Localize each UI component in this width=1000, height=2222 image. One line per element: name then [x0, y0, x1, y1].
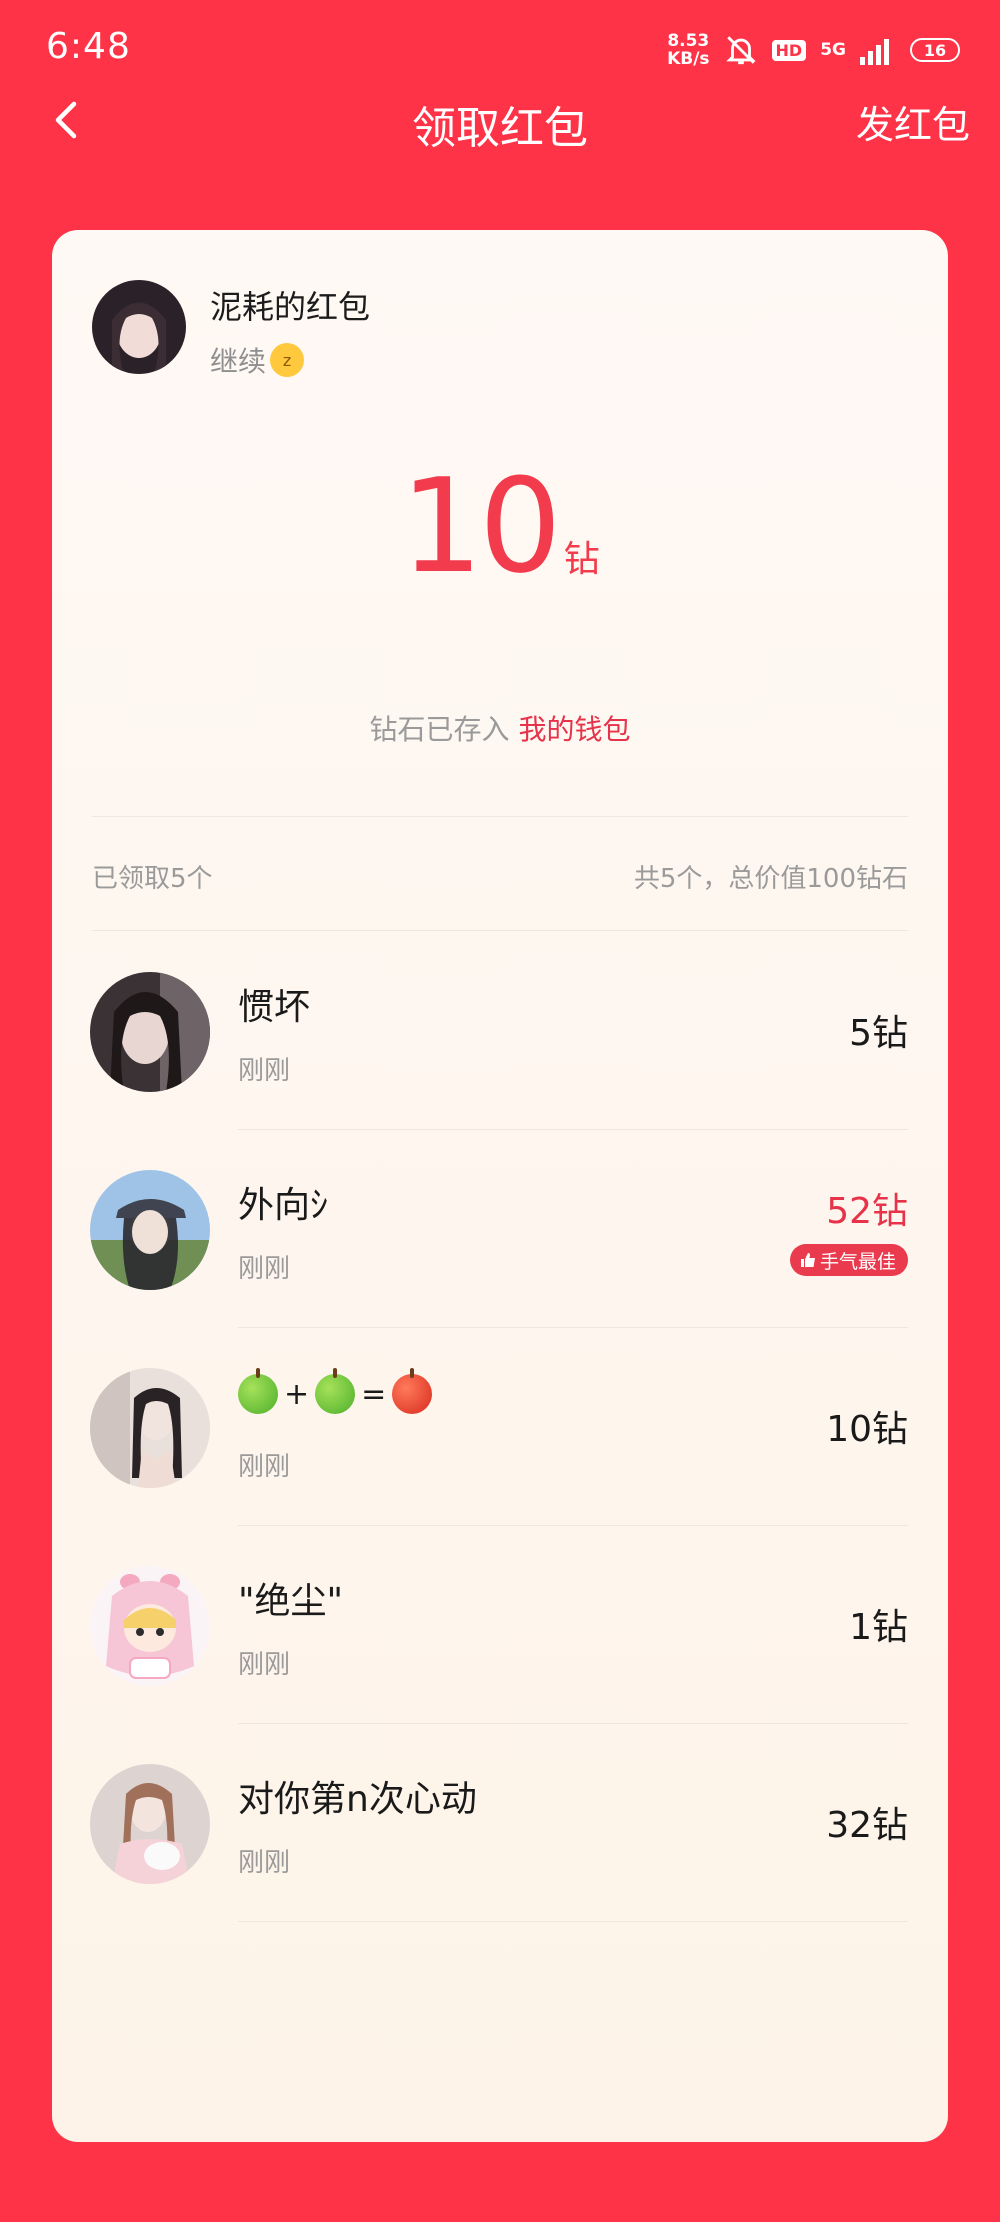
- send-red-packet-button[interactable]: 发红包: [856, 94, 970, 149]
- claim-amount: 10钻: [826, 1409, 908, 1450]
- claimer-name: "绝尘": [238, 1581, 344, 1622]
- wallet-note: 钻石已存入 我的钱包: [52, 708, 948, 748]
- equals-sign: =: [361, 1376, 387, 1412]
- claim-time: 刚刚: [238, 1056, 291, 1086]
- total-summary: 共5个，总价值100钻石: [633, 864, 908, 894]
- signal-icon: [860, 39, 889, 65]
- green-apple-icon: [238, 1368, 278, 1414]
- hd-badge: HD: [771, 39, 807, 61]
- red-packet-card: 泥耗的红包 继续 z 10 钻 钻石已存入 我的钱包 已领取5个 共5个，总价值1…: [52, 230, 948, 2142]
- divider: [92, 816, 908, 817]
- claimed-count: 已领取5个: [92, 864, 213, 894]
- received-amount: 10 钻: [52, 450, 948, 602]
- sleeping-face-icon: z: [270, 343, 305, 377]
- divider: [92, 930, 908, 931]
- battery-level: 16: [923, 40, 947, 60]
- user-avatar[interactable]: [90, 1566, 210, 1686]
- red-apple-icon: [392, 1368, 433, 1414]
- claim-row[interactable]: 外向ｼ 刚刚 52钻 手气最佳: [52, 1130, 948, 1328]
- best-luck-badge: 手气最佳: [789, 1244, 908, 1276]
- user-avatar[interactable]: [90, 972, 210, 1092]
- network-speed: 8.53 KB/s: [667, 32, 709, 68]
- nav-bar: 领取红包 发红包: [0, 80, 1000, 160]
- claim-row[interactable]: + = 刚刚 10钻: [52, 1328, 948, 1526]
- claim-row[interactable]: 对你第n次心动 刚刚 32钻: [52, 1724, 948, 1922]
- status-icons: 8.53 KB/s HD 5G 16: [667, 30, 960, 70]
- my-wallet-link[interactable]: 我的钱包: [518, 713, 630, 746]
- claim-time: 刚刚: [238, 1254, 291, 1284]
- plus-sign: +: [284, 1376, 310, 1412]
- network-speed-unit: KB/s: [667, 49, 710, 69]
- page-title: 领取红包: [412, 103, 588, 154]
- wallet-note-text: 钻石已存入: [369, 713, 510, 746]
- user-avatar[interactable]: [90, 1170, 210, 1290]
- divider: [238, 1921, 908, 1922]
- claimer-name: 外向ｼ: [238, 1185, 329, 1226]
- user-avatar[interactable]: [90, 1764, 210, 1884]
- claim-time: 刚刚: [238, 1650, 291, 1680]
- mute-bell-icon: [725, 36, 756, 65]
- claimer-name: 对你第n次心动: [238, 1779, 477, 1820]
- sender-name: 泥耗的红包: [210, 288, 371, 326]
- thumbs-up-icon: [800, 1253, 815, 1267]
- green-apple-icon: [315, 1368, 356, 1414]
- sender-message-text: 继续: [210, 345, 267, 378]
- amount-unit: 钻: [563, 539, 600, 580]
- claim-row[interactable]: 惯坏 刚刚 5钻: [52, 932, 948, 1130]
- claimer-name: + =: [238, 1368, 433, 1414]
- claim-amount: 52钻: [826, 1191, 908, 1232]
- claim-amount: 32钻: [826, 1805, 908, 1846]
- battery-icon: 16: [910, 38, 960, 62]
- claim-time: 刚刚: [238, 1848, 291, 1878]
- sender-message: 继续 z: [210, 340, 305, 380]
- network-type: 5G: [820, 40, 846, 60]
- claim-time: 刚刚: [238, 1452, 291, 1482]
- network-speed-value: 8.53: [667, 31, 710, 51]
- claim-row[interactable]: "绝尘" 刚刚 1钻: [52, 1526, 948, 1724]
- sender-avatar[interactable]: [92, 280, 186, 374]
- user-avatar[interactable]: [90, 1368, 210, 1488]
- claim-amount: 1钻: [849, 1607, 908, 1648]
- claim-amount: 5钻: [849, 1013, 908, 1054]
- status-time: 6:48: [46, 26, 131, 67]
- best-luck-label: 手气最佳: [819, 1250, 896, 1273]
- amount-value: 10: [400, 450, 561, 602]
- claimer-name: 惯坏: [238, 987, 311, 1028]
